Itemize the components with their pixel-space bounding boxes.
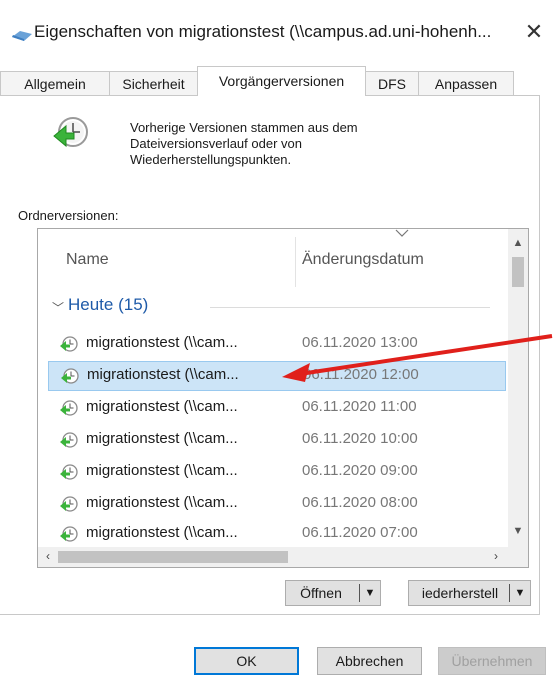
folder-properties-icon — [12, 31, 32, 41]
row-name: migrationstest (\\cam... — [86, 524, 238, 541]
open-dropdown-icon[interactable]: ▼ — [360, 581, 380, 605]
row-name: migrationstest (\\cam... — [86, 430, 238, 447]
row-date: 06.11.2020 08:00 — [302, 494, 418, 511]
close-button[interactable]: ✕ — [520, 18, 548, 46]
cancel-button[interactable]: Abbrechen — [317, 647, 422, 675]
restore-point-icon — [60, 464, 78, 480]
window-title: Eigenschaften von migrationstest (\\camp… — [34, 22, 492, 41]
restore-point-icon — [60, 336, 78, 352]
scrollbar-corner — [508, 547, 528, 567]
scroll-right-icon[interactable]: › — [488, 549, 504, 565]
row-date: 06.11.2020 13:00 — [302, 334, 418, 351]
tab-vorgaengerversionen[interactable]: Vorgängerversionen — [197, 66, 366, 96]
sort-descending-icon — [395, 229, 409, 237]
restore-point-icon — [60, 400, 78, 416]
row-name: migrationstest (\\cam... — [86, 462, 238, 479]
row-date: 06.11.2020 12:00 — [303, 366, 419, 383]
restore-point-icon — [60, 432, 78, 448]
scroll-down-icon[interactable]: ▼ — [508, 525, 528, 541]
tab-strip: Allgemein Sicherheit Vorgängerversionen … — [0, 66, 555, 96]
restore-point-icon — [60, 526, 78, 542]
group-header-today[interactable]: ﹀ Heute (15) — [52, 295, 492, 319]
row-date: 06.11.2020 10:00 — [302, 430, 418, 447]
chevron-down-icon[interactable]: ﹀ — [52, 299, 64, 316]
info-text: Vorherige Versionen stammen aus dem Date… — [130, 120, 358, 168]
horizontal-scrollbar[interactable]: ‹ › — [38, 547, 508, 567]
tab-anpassen[interactable]: Anpassen — [418, 71, 514, 95]
info-line-2: Dateiversionsverlauf oder von — [130, 136, 302, 151]
tab-allgemein[interactable]: Allgemein — [0, 71, 110, 95]
restore-point-icon — [60, 496, 78, 512]
group-label: Heute (15) — [68, 295, 149, 314]
info-line-1: Vorherige Versionen stammen aus dem — [130, 120, 358, 135]
restore-split-button[interactable]: iederherstell ▼ — [408, 580, 531, 606]
ok-button[interactable]: OK — [194, 647, 299, 675]
apply-button[interactable]: Übernehmen — [438, 647, 546, 675]
vertical-scrollbar[interactable]: ▲ ▼ — [508, 229, 528, 547]
row-name: migrationstest (\\cam... — [87, 366, 239, 383]
list-item[interactable]: migrationstest (\\cam... 06.11.2020 13:0… — [52, 329, 502, 359]
row-name: migrationstest (\\cam... — [86, 334, 238, 351]
info-line-3: Wiederherstellungspunkten. — [130, 152, 292, 167]
folder-versions-label: Ordnerversionen: — [18, 208, 119, 223]
vertical-scroll-thumb[interactable] — [512, 257, 524, 287]
restore-clock-icon — [53, 117, 88, 148]
list-item[interactable]: migrationstest (\\cam... 06.11.2020 07:0… — [52, 519, 502, 549]
group-divider — [210, 307, 490, 308]
row-name: migrationstest (\\cam... — [86, 494, 238, 511]
scroll-left-icon[interactable]: ‹ — [40, 549, 56, 565]
column-divider[interactable] — [295, 237, 296, 287]
list-item[interactable]: migrationstest (\\cam... 06.11.2020 08:0… — [52, 489, 502, 519]
tab-sicherheit[interactable]: Sicherheit — [109, 71, 198, 95]
list-item[interactable]: migrationstest (\\cam... 06.11.2020 09:0… — [52, 457, 502, 487]
column-header-date[interactable]: Änderungsdatum — [302, 251, 424, 269]
row-date: 06.11.2020 09:00 — [302, 462, 418, 479]
list-item[interactable]: migrationstest (\\cam... 06.11.2020 11:0… — [52, 393, 502, 423]
restore-dropdown-icon[interactable]: ▼ — [510, 581, 530, 605]
restore-button[interactable]: iederherstell — [413, 581, 507, 605]
open-split-button[interactable]: Öffnen ▼ — [285, 580, 381, 606]
open-button[interactable]: Öffnen — [286, 581, 356, 605]
versions-list[interactable]: Name Änderungsdatum ﹀ Heute (15) migrati… — [37, 228, 529, 568]
list-item[interactable]: migrationstest (\\cam... 06.11.2020 10:0… — [52, 425, 502, 455]
row-date: 06.11.2020 07:00 — [302, 524, 418, 541]
scroll-up-icon[interactable]: ▲ — [508, 237, 528, 253]
horizontal-scroll-thumb[interactable] — [58, 551, 288, 563]
row-date: 06.11.2020 11:00 — [302, 398, 417, 415]
list-item-selected[interactable]: migrationstest (\\cam... 06.11.2020 12:0… — [48, 361, 506, 391]
title-bar: Eigenschaften von migrationstest (\\camp… — [0, 0, 555, 66]
restore-point-icon — [61, 368, 79, 384]
row-name: migrationstest (\\cam... — [86, 398, 238, 415]
tab-dfs[interactable]: DFS — [365, 71, 419, 95]
column-header-name[interactable]: Name — [66, 251, 109, 269]
